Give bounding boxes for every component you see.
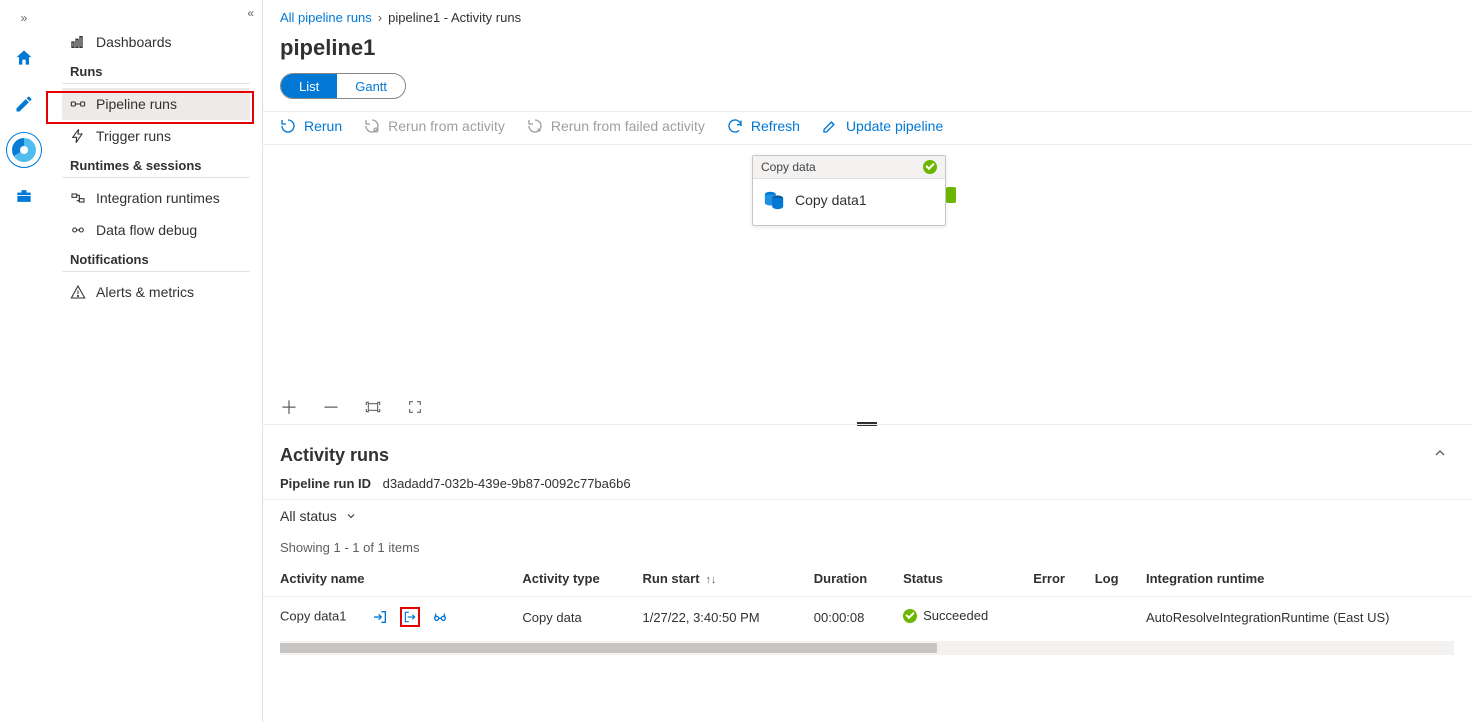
activity-runs-table: Activity name Activity type Run start↑↓ … — [262, 561, 1472, 637]
sidebar-label: Data flow debug — [96, 222, 197, 238]
sidebar-label: Trigger runs — [96, 128, 171, 144]
success-connector-icon — [946, 187, 956, 203]
sidebar-item-dashboards[interactable]: Dashboards — [62, 26, 250, 58]
chevron-right-icon: › — [378, 10, 382, 25]
col-log[interactable]: Log — [1087, 561, 1138, 597]
sidebar-item-pipeline-runs[interactable]: Pipeline runs — [62, 88, 250, 120]
cell-activity-name: Copy data1 — [280, 608, 347, 623]
col-activity-type[interactable]: Activity type — [514, 561, 634, 597]
chevron-down-icon — [345, 510, 357, 522]
toolbar-label: Update pipeline — [846, 118, 943, 134]
fullscreen-icon[interactable] — [406, 398, 424, 416]
expand-rail-icon[interactable]: » — [8, 6, 40, 30]
sidebar-group-runtimes: Runtimes & sessions — [62, 158, 250, 178]
col-activity-name[interactable]: Activity name — [262, 561, 514, 597]
left-rail: » — [0, 0, 48, 722]
update-pipeline-button[interactable]: Update pipeline — [822, 118, 943, 134]
toolbar-label: Rerun from activity — [388, 118, 505, 134]
output-details-icon[interactable] — [400, 607, 420, 627]
status-filter-label: All status — [280, 508, 337, 524]
zoom-out-icon[interactable]: － — [322, 398, 340, 416]
sidebar-item-data-flow-debug[interactable]: Data flow debug — [62, 214, 250, 246]
col-run-start[interactable]: Run start ↑↓ — [634, 561, 805, 597]
toolbox-icon[interactable] — [6, 178, 42, 214]
sidebar-item-integration-runtimes[interactable]: Integration runtimes — [62, 182, 250, 214]
toolbar-label: Rerun — [304, 118, 342, 134]
database-icon — [763, 189, 785, 211]
pipeline-run-id-label: Pipeline run ID — [280, 476, 371, 491]
filter-bar: All status — [262, 499, 1472, 532]
breadcrumb-current: pipeline1 - Activity runs — [388, 10, 521, 25]
success-check-icon — [903, 609, 917, 623]
node-type-label: Copy data — [761, 160, 816, 174]
input-details-icon[interactable] — [370, 607, 390, 627]
cell-status: Succeeded — [903, 608, 988, 623]
activity-runs-section: Activity runs Pipeline run ID d3adadd7-0… — [262, 424, 1472, 499]
activity-runs-heading: Activity runs — [280, 445, 1454, 466]
cell-error — [1025, 597, 1087, 638]
success-check-icon — [923, 160, 937, 174]
results-count: Showing 1 - 1 of 1 items — [262, 532, 1472, 561]
table-row[interactable]: Copy data1 Copy data 1/27/22, 3:40:50 PM… — [262, 597, 1472, 638]
toolbar-label: Rerun from failed activity — [551, 118, 705, 134]
col-duration[interactable]: Duration — [806, 561, 895, 597]
page-title: pipeline1 — [262, 25, 1472, 73]
monitor-gauge-icon[interactable] — [6, 132, 42, 168]
view-toggle: List Gantt — [280, 73, 406, 99]
refresh-button[interactable]: Refresh — [727, 118, 800, 134]
collapse-panel-icon[interactable]: « — [247, 6, 254, 20]
status-label: Succeeded — [923, 608, 988, 623]
collapse-section-icon[interactable] — [1432, 445, 1448, 464]
zoom-fit-icon[interactable] — [364, 398, 382, 416]
pipeline-canvas[interactable]: Copy data Copy data1 ＋ － — [262, 144, 1472, 424]
sidebar-item-trigger-runs[interactable]: Trigger runs — [62, 120, 250, 152]
sidebar-label: Pipeline runs — [96, 96, 177, 112]
col-label: Run start — [642, 571, 699, 586]
view-toggle-gantt[interactable]: Gantt — [337, 74, 405, 98]
horizontal-scrollbar[interactable] — [280, 641, 1454, 655]
action-toolbar: Rerun Rerun from activity Rerun from fai… — [262, 111, 1472, 144]
rerun-button[interactable]: Rerun — [280, 118, 342, 134]
scrollbar-thumb[interactable] — [280, 643, 937, 653]
breadcrumb: All pipeline runs › pipeline1 - Activity… — [262, 0, 1472, 25]
col-status[interactable]: Status — [895, 561, 1025, 597]
rerun-from-failed-button: Rerun from failed activity — [527, 118, 705, 134]
col-error[interactable]: Error — [1025, 561, 1087, 597]
cell-duration: 00:00:08 — [806, 597, 895, 638]
sidebar-group-runs: Runs — [62, 64, 250, 84]
node-name-label: Copy data1 — [795, 192, 867, 208]
cell-integration-runtime: AutoResolveIntegrationRuntime (East US) — [1138, 597, 1472, 638]
sidebar-group-notifications: Notifications — [62, 252, 250, 272]
breadcrumb-root-link[interactable]: All pipeline runs — [280, 10, 372, 25]
pipeline-run-id-value: d3adadd7-032b-439e-9b87-0092c77ba6b6 — [383, 476, 631, 491]
zoom-in-icon[interactable]: ＋ — [280, 398, 298, 416]
rerun-from-activity-button: Rerun from activity — [364, 118, 505, 134]
sidebar-item-alerts-metrics[interactable]: Alerts & metrics — [62, 276, 250, 308]
view-toggle-list[interactable]: List — [281, 74, 337, 98]
cell-run-start: 1/27/22, 3:40:50 PM — [634, 597, 805, 638]
cell-activity-type: Copy data — [514, 597, 634, 638]
sidebar-label: Alerts & metrics — [96, 284, 194, 300]
status-filter-dropdown[interactable]: All status — [280, 508, 357, 524]
main-content: All pipeline runs › pipeline1 - Activity… — [262, 0, 1472, 722]
author-pencil-icon[interactable] — [6, 86, 42, 122]
canvas-tools: ＋ － — [280, 398, 424, 416]
monitor-side-panel: « Dashboards Runs Pipeline runs Trigger … — [48, 0, 262, 722]
cell-log — [1087, 597, 1138, 638]
col-integration-runtime[interactable]: Integration runtime — [1138, 561, 1472, 597]
home-icon[interactable] — [6, 40, 42, 76]
sidebar-label: Dashboards — [96, 34, 172, 50]
activity-node-copy-data[interactable]: Copy data Copy data1 — [752, 155, 946, 226]
sidebar-label: Integration runtimes — [96, 190, 220, 206]
sort-icon: ↑↓ — [706, 574, 717, 586]
toolbar-label: Refresh — [751, 118, 800, 134]
details-glasses-icon[interactable] — [430, 607, 450, 627]
